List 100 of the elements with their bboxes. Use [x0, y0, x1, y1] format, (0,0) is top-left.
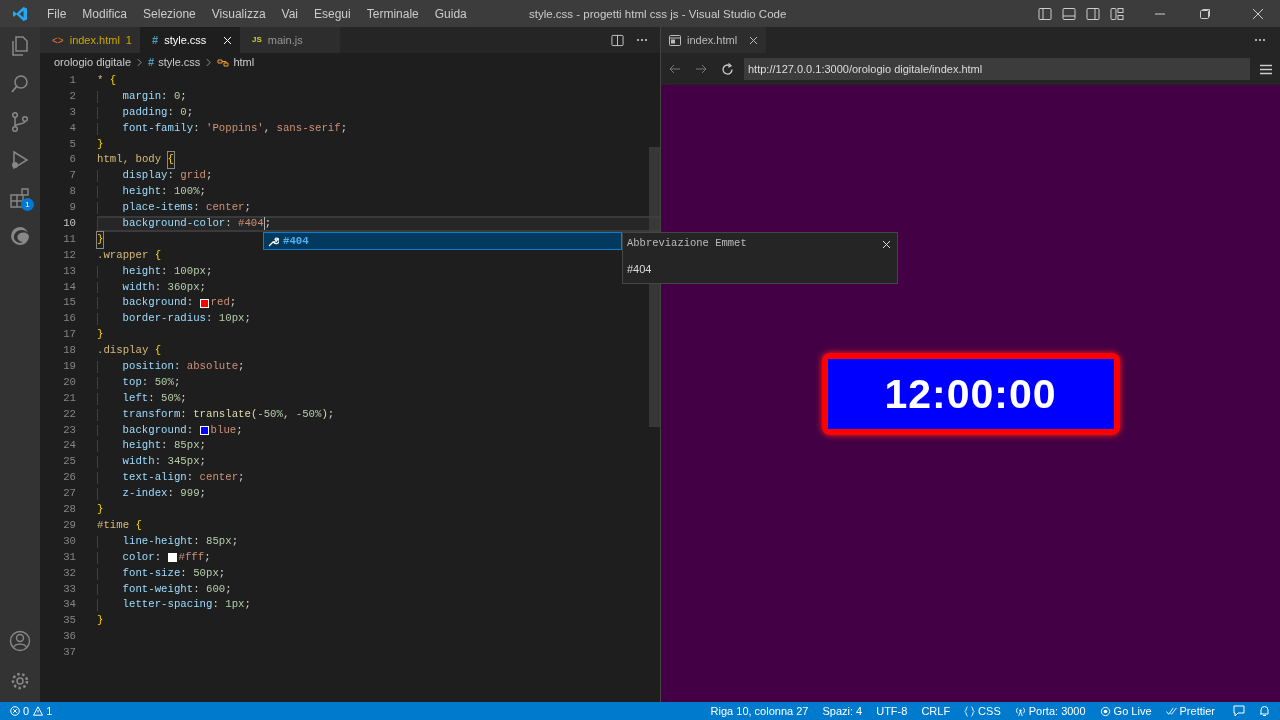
css-file-icon: #	[152, 31, 159, 49]
error-icon[interactable]	[10, 706, 20, 716]
menu-item[interactable]: Visualizza	[204, 4, 273, 23]
color-swatch[interactable]	[199, 298, 209, 308]
line-number: 31	[62, 549, 76, 565]
js-file-icon: JS	[252, 34, 262, 46]
breadcrumb-item[interactable]: style.css	[158, 54, 201, 71]
code-line: padding: 0;	[97, 104, 660, 121]
refresh-icon[interactable]	[721, 62, 734, 76]
toggle-sidebar-icon[interactable]	[1038, 6, 1052, 21]
bell-icon[interactable]	[1259, 705, 1270, 717]
menu-icon[interactable]	[1260, 63, 1272, 75]
element-icon	[217, 56, 230, 69]
menu-item[interactable]: Terminale	[359, 4, 426, 23]
line-number: 9	[68, 200, 76, 216]
line-number: 10	[62, 216, 76, 231]
warning-count[interactable]: 1	[46, 702, 53, 720]
chevron-icon	[137, 58, 143, 67]
settings-icon[interactable]	[9, 670, 31, 692]
status-label: Go Live	[1113, 703, 1152, 719]
editor-tab[interactable]: # style.css	[140, 27, 240, 53]
search-icon[interactable]	[9, 73, 31, 95]
code-line: line-height: 85px;	[97, 533, 660, 550]
url-field[interactable]: http://127.0.0.1:3000/orologio digitale/index.html	[744, 58, 1250, 80]
more-actions-icon[interactable]	[1254, 38, 1266, 42]
notification-badge: 1	[21, 198, 34, 211]
menu-item[interactable]: Guida	[427, 4, 474, 23]
close-icon[interactable]	[749, 35, 759, 45]
chevron-icon	[206, 58, 212, 67]
forward-arrow-icon[interactable]	[695, 63, 707, 75]
split-editor-icon[interactable]	[611, 33, 624, 47]
line-number: 6	[68, 152, 76, 168]
line-number: 17	[62, 327, 76, 343]
code-line: font-family: 'Poppins', sans-serif;	[97, 120, 660, 137]
line-number: 26	[62, 470, 76, 486]
status-item[interactable]: CSS	[964, 702, 1001, 720]
more-actions-icon[interactable]	[636, 38, 648, 42]
status-item[interactable]: Riga 10, colonna 27	[710, 702, 809, 720]
menu-item[interactable]: Vai	[274, 4, 305, 23]
feedback-icon[interactable]	[1233, 705, 1245, 717]
menu-item[interactable]: Modifica	[75, 4, 135, 23]
line-number: 7	[68, 168, 76, 184]
line-number: 12	[62, 247, 76, 263]
customize-layout-icon[interactable]	[1110, 6, 1124, 21]
line-number: 19	[62, 359, 76, 375]
line-number: 24	[62, 438, 76, 454]
line-number: 29	[62, 517, 76, 533]
warning-icon[interactable]	[33, 706, 44, 716]
menu-item[interactable]: Selezione	[136, 4, 203, 23]
code-line: }	[97, 327, 105, 343]
toggle-secondary-sidebar-icon[interactable]	[1086, 6, 1100, 21]
breadcrumb-item[interactable]: html	[233, 54, 255, 71]
line-number: 28	[62, 502, 76, 518]
browser-icon	[669, 34, 681, 46]
account-icon[interactable]	[9, 630, 31, 652]
status-item[interactable]: Prettier	[1165, 702, 1215, 720]
menu-item[interactable]: File	[40, 4, 74, 23]
status-item[interactable]: CRLF	[921, 702, 951, 720]
line-number: 27	[62, 486, 76, 502]
editor-tab[interactable]: <> index.html 1	[40, 27, 140, 53]
status-item[interactable]: Porta: 3000	[1014, 702, 1086, 720]
menu-item[interactable]: Esegui	[307, 4, 358, 23]
error-count[interactable]: 0	[23, 702, 30, 720]
close-icon[interactable]	[1252, 7, 1264, 20]
status-item[interactable]: Spazi: 4	[822, 702, 863, 720]
close-icon[interactable]	[882, 239, 891, 249]
color-swatch[interactable]	[167, 553, 177, 563]
line-number: 14	[62, 279, 76, 295]
window-title: style.css - progetti html css js - Visual Studio Code	[529, 7, 787, 22]
source-control-icon[interactable]	[9, 111, 31, 133]
status-item[interactable]: Go Live	[1099, 702, 1152, 720]
line-number: 1	[68, 73, 76, 88]
wrench-icon	[268, 235, 279, 247]
line-number: 32	[62, 565, 76, 581]
code-line: * {	[97, 73, 118, 88]
back-arrow-icon[interactable]	[669, 63, 681, 75]
braces-icon	[964, 705, 976, 717]
line-number: 4	[68, 120, 76, 136]
toggle-panel-icon[interactable]	[1062, 6, 1076, 21]
line-number: 20	[62, 374, 76, 390]
breadcrumb-item[interactable]: orologio digitale	[54, 54, 132, 71]
maximize-icon[interactable]	[1199, 7, 1211, 20]
status-label: Porta: 3000	[1028, 703, 1086, 719]
code-line: .wrapper {	[97, 247, 163, 263]
color-swatch[interactable]	[199, 426, 209, 436]
code-line: font-weight: 600;	[97, 581, 660, 598]
editor-tab[interactable]: JS main.js	[240, 27, 340, 53]
line-number: 2	[68, 88, 76, 104]
line-number: 5	[68, 136, 76, 152]
code-line: color: #fff;	[97, 549, 660, 566]
code-line: }	[97, 502, 105, 518]
preview-tab[interactable]: index.html	[661, 27, 767, 53]
status-item[interactable]: UTF-8	[876, 702, 908, 720]
extensions-icon[interactable]	[9, 187, 31, 209]
line-number: 13	[62, 263, 76, 279]
code-line: }	[97, 136, 105, 152]
files-icon[interactable]	[9, 35, 31, 57]
suggestion-item[interactable]: #404	[263, 232, 622, 250]
run-debug-icon[interactable]	[9, 149, 31, 171]
line-number: 11	[62, 231, 76, 247]
